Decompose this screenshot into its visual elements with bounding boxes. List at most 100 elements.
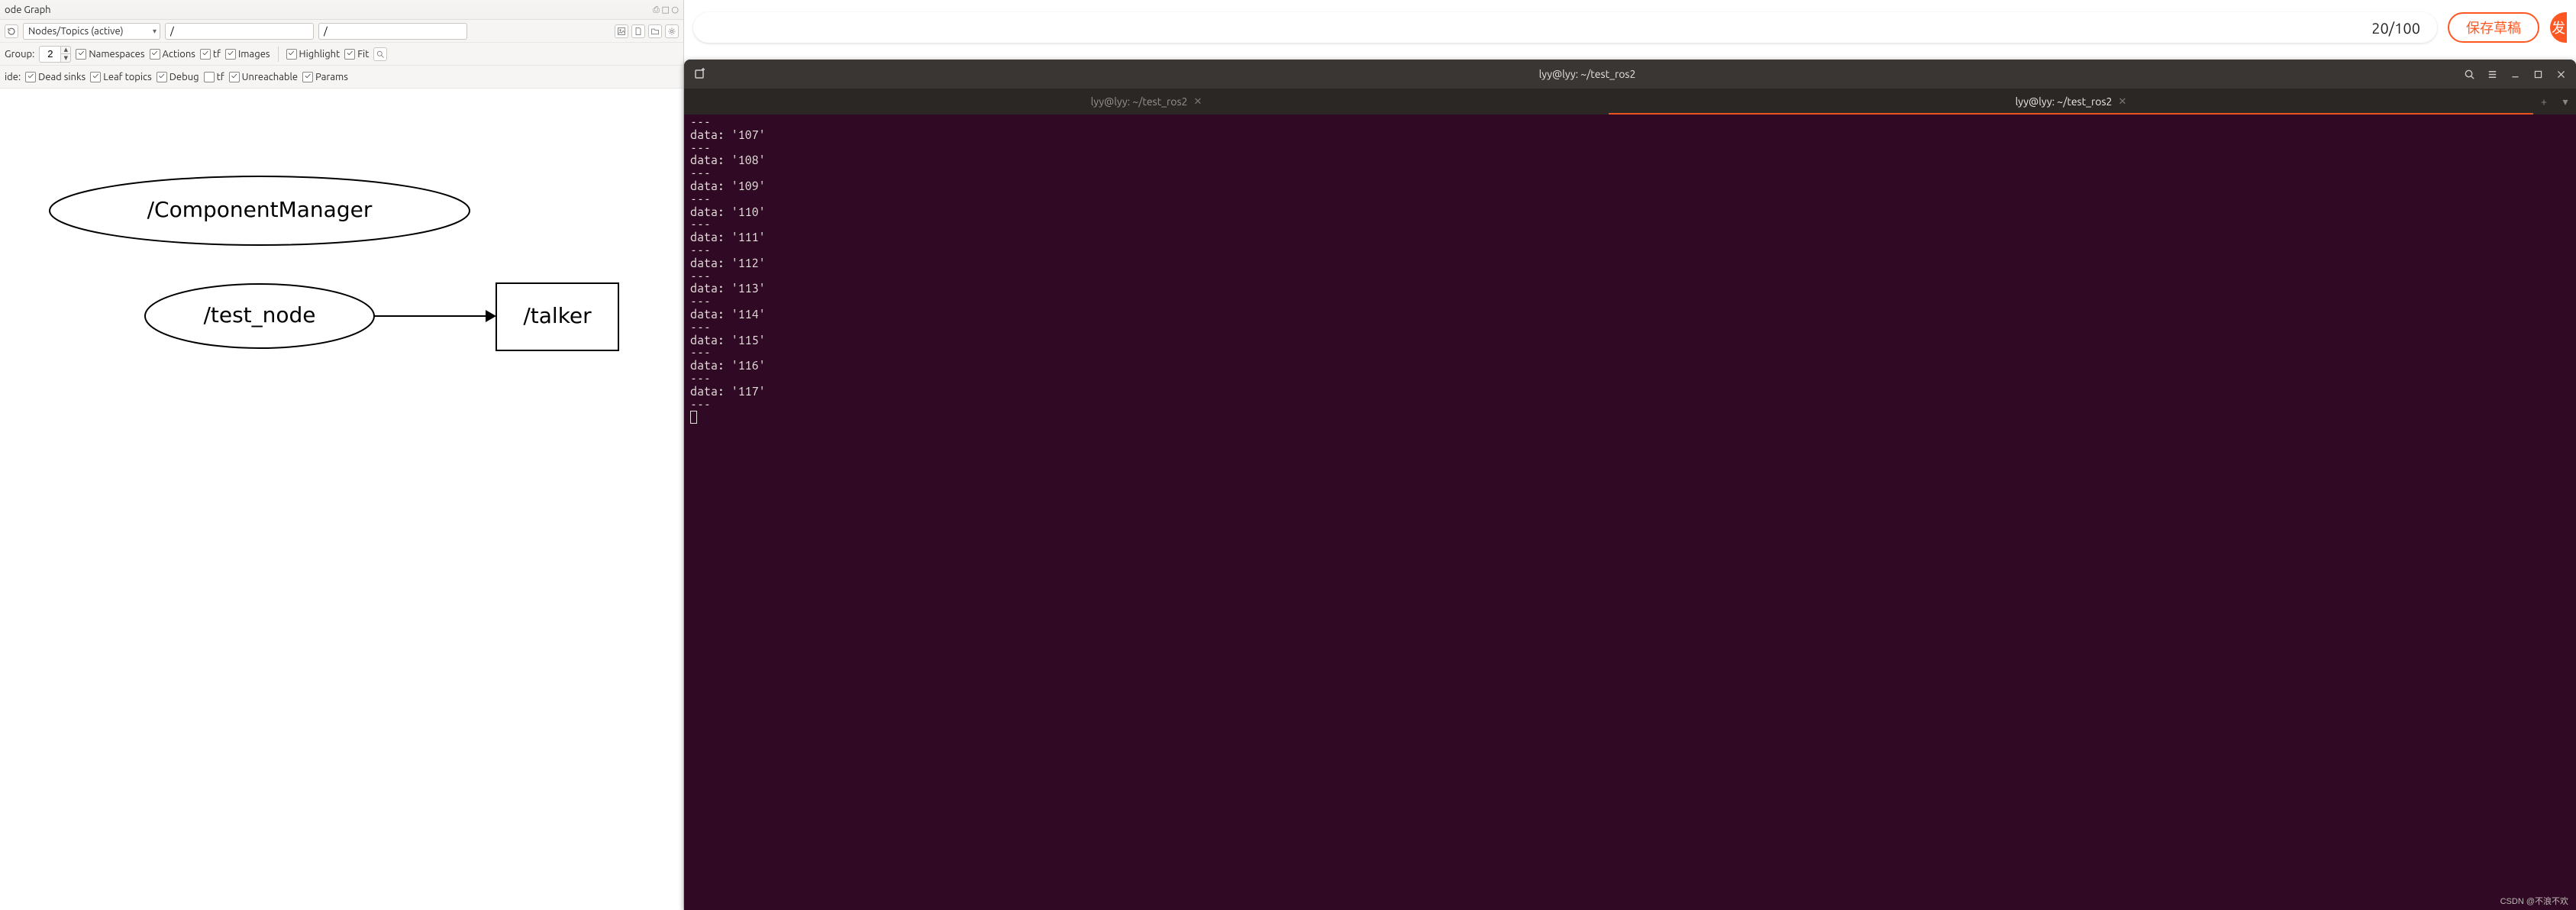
terminal-line: data: '110' bbox=[690, 206, 2570, 219]
terminal-line: data: '109' bbox=[690, 180, 2570, 193]
terminal-output[interactable]: ---data: '107'---data: '108'---data: '10… bbox=[684, 115, 2576, 910]
file-icon bbox=[634, 27, 643, 36]
window-title-icons[interactable]: ⎙ □ ○ bbox=[653, 5, 679, 15]
right-pane: 20/100 保存草稿 发 lyy@lyy: ~/test_ros2 bbox=[684, 0, 2576, 910]
close-icon bbox=[2556, 69, 2566, 79]
terminal-line: data: '115' bbox=[690, 334, 2570, 347]
terminal-cursor bbox=[690, 411, 697, 424]
terminal-line: data: '117' bbox=[690, 386, 2570, 399]
settings-button[interactable] bbox=[665, 24, 679, 38]
publish-button[interactable]: 发 bbox=[2550, 12, 2567, 43]
terminal-menu-button[interactable] bbox=[2481, 63, 2503, 85]
terminal-line: data: '112' bbox=[690, 257, 2570, 270]
rqt-graph-window: ode Graph ⎙ □ ○ Nodes/Topics (active) Gr… bbox=[0, 0, 684, 910]
terminal-line: data: '107' bbox=[690, 129, 2570, 142]
zoom-button[interactable] bbox=[373, 47, 387, 61]
view-mode-dropdown[interactable]: Nodes/Topics (active) bbox=[23, 23, 160, 40]
gear-icon bbox=[667, 27, 676, 36]
terminal-line: data: '116' bbox=[690, 360, 2570, 373]
save-dot-button[interactable] bbox=[631, 24, 645, 38]
window-title: ode Graph bbox=[5, 5, 51, 15]
terminal-line: data: '114' bbox=[690, 308, 2570, 321]
tab-extras: + ▾ bbox=[2533, 89, 2576, 115]
filter-input-2[interactable] bbox=[318, 23, 467, 40]
checkbox-fit[interactable]: Fit bbox=[344, 49, 369, 60]
tab-close-icon[interactable]: ✕ bbox=[1193, 96, 1202, 108]
open-icon bbox=[650, 27, 660, 36]
terminal-line: --- bbox=[690, 142, 2570, 155]
terminal-line: --- bbox=[690, 116, 2570, 129]
checkbox-dead-sinks[interactable]: Dead sinks bbox=[25, 72, 86, 82]
browser-toolbar: 20/100 保存草稿 发 bbox=[684, 0, 2576, 55]
checkbox-images[interactable]: Images bbox=[225, 49, 270, 60]
separator bbox=[278, 47, 279, 62]
spin-up[interactable]: ▲ bbox=[61, 47, 70, 55]
terminal-title: lyy@lyy: ~/test_ros2 bbox=[716, 68, 2458, 80]
node-test-node-label: /test_node bbox=[203, 302, 315, 328]
counter-pill: 20/100 bbox=[693, 12, 2437, 43]
filter-input-1[interactable] bbox=[165, 23, 314, 40]
counter-text: 20/100 bbox=[2371, 19, 2420, 37]
checkbox-actions[interactable]: Actions bbox=[150, 49, 195, 60]
window-titlebar: ode Graph ⎙ □ ○ bbox=[0, 0, 683, 20]
terminal-tab-strip: lyy@lyy: ~/test_ros2 ✕ lyy@lyy: ~/test_r… bbox=[684, 89, 2576, 115]
watermark: CSDN @不浪不欢 bbox=[2500, 895, 2568, 907]
terminal-line: data: '113' bbox=[690, 282, 2570, 295]
maximize-icon bbox=[2533, 69, 2543, 79]
terminal-search-button[interactable] bbox=[2458, 63, 2480, 85]
checkbox-highlight[interactable]: Highlight bbox=[286, 49, 341, 60]
terminal-tab-1-label: lyy@lyy: ~/test_ros2 bbox=[1091, 95, 1188, 108]
terminal-line: --- bbox=[690, 399, 2570, 411]
spin-down[interactable]: ▼ bbox=[61, 54, 70, 62]
group-value-input[interactable] bbox=[39, 46, 60, 63]
window-close-button[interactable] bbox=[2550, 63, 2571, 85]
terminal-line: --- bbox=[690, 244, 2570, 257]
image-icon bbox=[617, 27, 626, 36]
save-image-button[interactable] bbox=[615, 24, 628, 38]
checkbox-unreachable[interactable]: Unreachable bbox=[229, 72, 298, 82]
terminal-tab-1[interactable]: lyy@lyy: ~/test_ros2 ✕ bbox=[684, 89, 1609, 115]
terminal-window: lyy@lyy: ~/test_ros2 bbox=[684, 60, 2576, 910]
save-draft-button[interactable]: 保存草稿 bbox=[2448, 12, 2539, 43]
tab-dropdown-button[interactable]: ▾ bbox=[2557, 93, 2574, 110]
checkbox-params[interactable]: Params bbox=[302, 72, 348, 82]
terminal-line: --- bbox=[690, 218, 2570, 231]
node-talker-label: /talker bbox=[523, 303, 592, 328]
toolbar-row-1: Nodes/Topics (active) bbox=[0, 20, 683, 43]
toolbar-right-icons bbox=[615, 24, 679, 38]
refresh-button[interactable] bbox=[5, 24, 18, 38]
magnifier-icon bbox=[376, 50, 385, 59]
edge-arrowhead bbox=[486, 310, 496, 322]
search-icon bbox=[2464, 69, 2475, 80]
group-label: Group: bbox=[5, 49, 34, 60]
terminal-tab-2-label: lyy@lyy: ~/test_ros2 bbox=[2016, 95, 2113, 108]
terminal-line: --- bbox=[690, 167, 2570, 180]
hide-label: ide: bbox=[5, 72, 21, 82]
checkbox-tf[interactable]: tf bbox=[200, 49, 221, 60]
terminal-line: --- bbox=[690, 193, 2570, 206]
checkbox-leaf-topics[interactable]: Leaf topics bbox=[90, 72, 152, 82]
minimize-icon bbox=[2510, 69, 2520, 79]
terminal-line: --- bbox=[690, 347, 2570, 360]
load-dot-button[interactable] bbox=[648, 24, 662, 38]
terminal-titlebar: lyy@lyy: ~/test_ros2 bbox=[684, 60, 2576, 89]
new-tab-button[interactable] bbox=[690, 64, 710, 84]
terminal-line: --- bbox=[690, 295, 2570, 308]
tab-close-icon[interactable]: ✕ bbox=[2118, 96, 2126, 108]
node-component-manager-label: /ComponentManager bbox=[147, 197, 373, 222]
checkbox-hide-tf[interactable]: tf bbox=[204, 72, 224, 82]
hamburger-icon bbox=[2487, 69, 2498, 80]
tab-add-button[interactable]: + bbox=[2536, 93, 2552, 110]
toolbar-row-3: ide: Dead sinks Leaf topics Debug tf Unr… bbox=[0, 66, 683, 89]
checkbox-debug[interactable]: Debug bbox=[157, 72, 199, 82]
view-mode-value: Nodes/Topics (active) bbox=[28, 26, 124, 37]
window-minimize-button[interactable] bbox=[2504, 63, 2526, 85]
refresh-icon bbox=[7, 27, 16, 36]
window-maximize-button[interactable] bbox=[2527, 63, 2549, 85]
checkbox-namespaces[interactable]: Namespaces bbox=[76, 49, 144, 60]
group-spinbox[interactable]: ▲▼ bbox=[39, 46, 71, 63]
new-tab-icon bbox=[694, 68, 706, 80]
terminal-tab-2[interactable]: lyy@lyy: ~/test_ros2 ✕ bbox=[1609, 89, 2533, 115]
terminal-line: --- bbox=[690, 321, 2570, 334]
graph-canvas[interactable]: /ComponentManager /test_node /talker bbox=[0, 89, 683, 910]
